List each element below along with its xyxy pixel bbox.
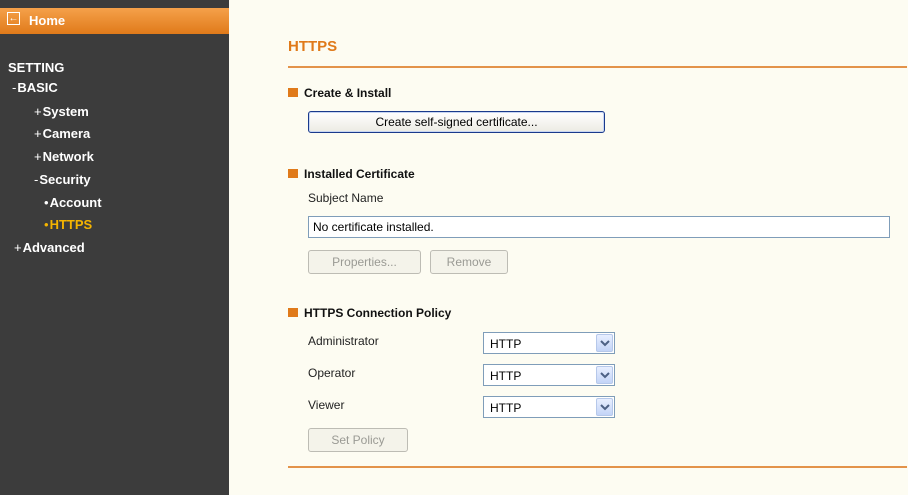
collapse-icon: - [12, 80, 17, 95]
operator-label: Operator [308, 366, 356, 380]
sidebar-item-network[interactable]: +Network [34, 149, 94, 165]
sidebar-item-account[interactable]: •Account [44, 195, 102, 211]
operator-policy-select[interactable]: HTTP [483, 364, 615, 386]
bullet-icon: • [44, 195, 49, 210]
sidebar-item-advanced[interactable]: +Advanced [14, 240, 85, 256]
sidebar-item-camera[interactable]: +Camera [34, 126, 90, 142]
bullet-icon: • [44, 217, 49, 232]
home-link[interactable]: ← Home [0, 8, 229, 34]
expand-icon: + [34, 126, 42, 141]
expand-icon: + [34, 104, 42, 119]
subject-name-field[interactable]: No certificate installed. [308, 216, 890, 238]
administrator-label: Administrator [308, 334, 379, 348]
chevron-down-icon[interactable] [596, 366, 613, 384]
bottom-divider [288, 466, 907, 468]
operator-policy-value: HTTP [490, 369, 522, 383]
viewer-policy-select[interactable]: HTTP [483, 396, 615, 418]
expand-icon: + [14, 240, 22, 255]
chevron-down-icon[interactable] [596, 334, 613, 352]
viewer-policy-value: HTTP [490, 401, 522, 415]
sidebar-heading-setting: SETTING [8, 60, 65, 75]
collapse-icon: - [34, 172, 39, 187]
section-https-connection-policy: HTTPS Connection Policy [288, 306, 451, 320]
properties-button[interactable]: Properties... [308, 250, 421, 274]
page-title: HTTPS [288, 38, 338, 55]
section-bullet-icon [288, 169, 298, 178]
remove-button[interactable]: Remove [430, 250, 508, 274]
title-divider [288, 66, 907, 68]
home-label: Home [29, 13, 66, 28]
section-bullet-icon [288, 308, 298, 317]
subject-name-label: Subject Name [308, 191, 384, 205]
section-installed-certificate: Installed Certificate [288, 167, 415, 181]
arrow-left-icon: ← [7, 12, 20, 25]
sidebar-item-https[interactable]: •HTTPS [44, 217, 92, 233]
administrator-policy-select[interactable]: HTTP [483, 332, 615, 354]
main-content: HTTPS Create & Install Create self-signe… [229, 0, 908, 495]
viewer-label: Viewer [308, 398, 345, 412]
chevron-down-icon[interactable] [596, 398, 613, 416]
sidebar-item-system[interactable]: +System [34, 104, 89, 120]
section-create-install: Create & Install [288, 86, 391, 100]
section-bullet-icon [288, 88, 298, 97]
administrator-policy-value: HTTP [490, 337, 522, 351]
sidebar-item-basic[interactable]: -BASIC [12, 80, 58, 96]
expand-icon: + [34, 149, 42, 164]
sidebar: ← Home SETTING -BASIC +System +Camera +N… [0, 0, 229, 495]
create-self-signed-certificate-button[interactable]: Create self-signed certificate... [308, 111, 605, 133]
set-policy-button[interactable]: Set Policy [308, 428, 408, 452]
sidebar-item-security[interactable]: -Security [34, 172, 91, 188]
